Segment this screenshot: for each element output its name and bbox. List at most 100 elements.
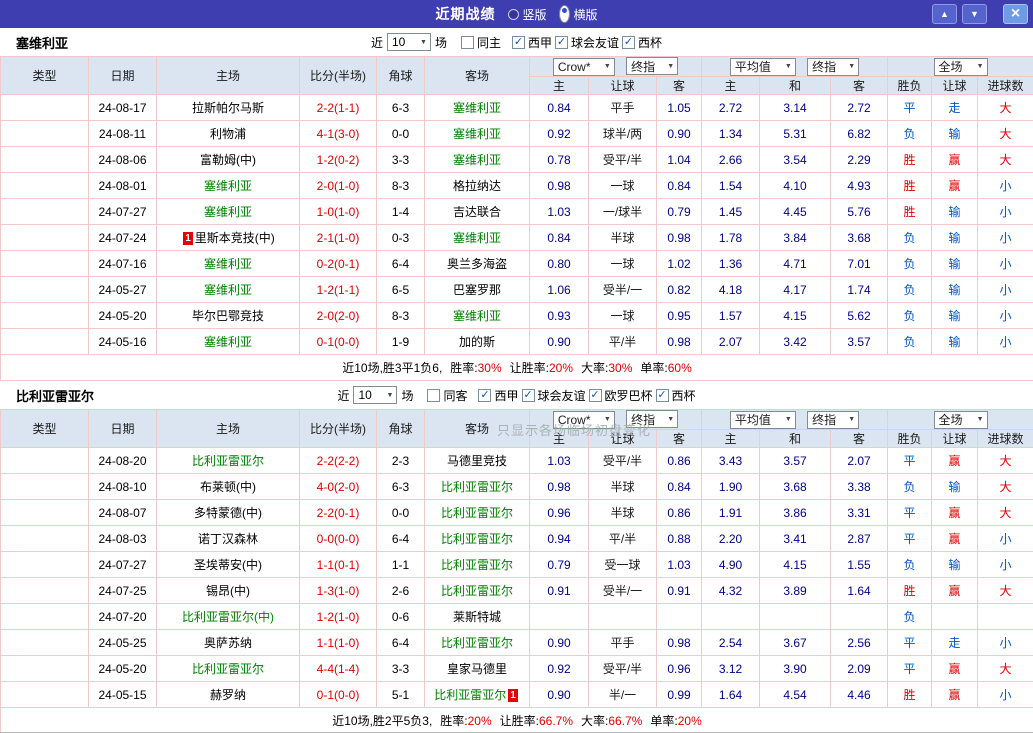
sections-container: 塞维利亚 近 10 ▼ 场 同主 ✓ 西甲 ✓ 球会友谊 ✓ 西杯 类型 日期 … [0, 28, 1033, 732]
cell-handicap-line: 受半/一 [588, 276, 657, 303]
checkbox-icon: ✓ [622, 35, 636, 49]
checkbox-icon: ✓ [512, 35, 525, 49]
team-name-text: 布莱顿(中) [200, 480, 256, 494]
cell-home-team: 诺丁汉森林 [156, 525, 300, 552]
same-venue-checkbox[interactable]: 同客 [427, 387, 467, 404]
cell-odds-home: 0.84 [529, 94, 589, 121]
average-select[interactable]: 平均值 ▼ [729, 410, 796, 429]
average-kind-select[interactable]: 终指 ▼ [807, 410, 860, 429]
average-kind-value: 终指 [812, 413, 837, 427]
scroll-down-button[interactable]: ▼ [962, 4, 987, 24]
cell-competition: 西甲 [0, 276, 89, 303]
cell-handicap-line: 一/球半 [588, 198, 657, 225]
app-window: 近期战绩 竖版 横版 ▲ ▼ × 塞维利亚 近 10 ▼ 场 同主 ✓ 西甲 ✓… [0, 0, 1033, 733]
cell-date: 24-08-20 [88, 447, 157, 474]
competition-checkbox[interactable]: ✓ 球会友谊 [521, 387, 586, 404]
close-button[interactable]: × [1003, 4, 1028, 24]
cell-handicap-line: 受一球 [588, 551, 657, 578]
team-name-text: 塞维利亚 [203, 257, 252, 271]
cell-odds-away: 0.79 [656, 198, 702, 225]
cell-date: 24-07-25 [88, 577, 157, 604]
cell-odds-home: 0.98 [529, 473, 589, 500]
competition-checkbox[interactable]: ✓ 西杯 [622, 34, 662, 51]
table-row: 西甲 24-08-20 比利亚雷亚尔 2-2(2-2) 2-3 马德里竞技 1.03 受平/半… [0, 447, 1033, 474]
chevron-down-icon: ▼ [386, 391, 394, 399]
cell-odds-away: 1.04 [656, 146, 702, 173]
match-count-select[interactable]: 10 ▼ [353, 386, 398, 404]
column-header: 比分(半场) [299, 409, 377, 448]
cell-goals-result: 小 [977, 525, 1033, 552]
radio-vertical-layout[interactable]: 竖版 [507, 6, 547, 23]
odds-kind-select[interactable]: 终指 ▼ [626, 57, 679, 76]
cell-goals-result: 大 [977, 146, 1033, 173]
cell-avg-away: 2.09 [829, 655, 889, 682]
filter-bar: 近 10 ▼ 场 同客 ✓ 西甲 ✓ 球会友谊 ✓ 欧罗巴杯 ✓ 西杯 [337, 386, 696, 404]
odds-company-select[interactable]: Crow* ▼ [552, 410, 615, 429]
cell-avg-away: 4.46 [829, 681, 889, 708]
summary-row: 近10场,胜3平1负6, 胜率:30% 让胜率:20% 大率:30% 单率:60% [0, 354, 1033, 381]
cell-result: 平 [887, 94, 933, 121]
odds-company-value: Crow* [557, 412, 591, 427]
cell-avg-away: 5.62 [829, 302, 889, 329]
cell-avg-home: 1.78 [701, 224, 760, 251]
cell-date: 24-08-07 [88, 499, 157, 526]
column-header: 让球 [931, 429, 979, 448]
team-name-text: 比利亚雷亚尔 [440, 584, 513, 598]
summary-stat-value: 30% [477, 361, 502, 375]
radio-horizontal-layout[interactable]: 横版 [558, 5, 598, 23]
cell-avg-away [829, 603, 889, 630]
summary-stat-label: 胜率: [440, 714, 468, 728]
cell-goals-result: 大 [977, 577, 1033, 604]
competition-checkbox[interactable]: ✓ 球会友谊 [555, 34, 619, 51]
cell-handicap-result: 赢 [931, 172, 979, 199]
odds-kind-value: 终指 [631, 59, 656, 74]
cell-avg-away: 6.82 [829, 120, 889, 147]
cell-avg-away: 1.74 [829, 276, 889, 303]
odds-company-select[interactable]: Crow* ▼ [552, 57, 615, 76]
competition-checkbox[interactable]: ✓ 西甲 [512, 34, 552, 51]
cell-odds-home: 0.94 [529, 525, 589, 552]
competition-checkbox[interactable]: ✓ 欧罗巴杯 [588, 387, 653, 404]
team-name-text: 富勒姆(中) [200, 153, 256, 167]
radio-icon [558, 5, 570, 23]
cell-odds-home: 0.78 [529, 146, 589, 173]
cell-away-team: 比利亚雷亚尔 [424, 499, 530, 526]
average-select[interactable]: 平均值 ▼ [729, 57, 796, 76]
cell-handicap-line: 半球 [588, 224, 657, 251]
odds-dropdown-cell: Crow* ▼ 终指 ▼ [529, 409, 702, 430]
cell-avg-home: 1.64 [701, 681, 760, 708]
cell-handicap-result: 赢 [931, 525, 979, 552]
cell-handicap-line: 一球 [588, 172, 657, 199]
scope-select[interactable]: 全场 ▼ [933, 410, 988, 429]
competition-checkboxes: ✓ 西甲 ✓ 球会友谊 ✓ 西杯 [509, 34, 662, 51]
cell-result: 负 [887, 603, 933, 630]
cell-score: 2-1(1-0) [299, 224, 377, 251]
cell-odds-home: 0.90 [529, 629, 589, 656]
cell-date: 24-05-15 [88, 681, 157, 708]
cell-result: 胜 [887, 198, 933, 225]
cell-handicap-result: 输 [931, 120, 979, 147]
chevron-down-icon: ▼ [848, 63, 856, 70]
competition-checkbox[interactable]: ✓ 西杯 [655, 387, 696, 404]
scroll-up-button[interactable]: ▲ [932, 4, 957, 24]
average-kind-select[interactable]: 终指 ▼ [807, 57, 860, 76]
cell-home-team: 1 里斯本竞技(中) [156, 224, 300, 251]
odds-kind-select[interactable]: 终指 ▼ [626, 410, 679, 429]
cell-competition: 球会友谊 [0, 172, 89, 199]
match-count-select[interactable]: 10 ▼ [386, 33, 431, 51]
cell-avg-home: 1.91 [701, 499, 760, 526]
table-row: 球会友谊 24-07-27 塞维利亚 1-0(1-0) 1-4 吉达联合 1.03 一/球半 0… [0, 198, 1033, 225]
cell-handicap-result: 输 [931, 473, 979, 500]
cell-home-team: 塞维利亚 [156, 250, 300, 277]
scope-select[interactable]: 全场 ▼ [933, 57, 988, 76]
column-header: 让球 [931, 76, 979, 95]
competition-checkbox[interactable]: ✓ 西甲 [478, 387, 519, 404]
odds-dropdown-cell: Crow* ▼ 终指 ▼ [529, 56, 702, 77]
summary-stat-label: 大率: [581, 714, 609, 728]
column-header: 日期 [88, 56, 157, 95]
cell-competition: 球会友谊 [0, 603, 89, 630]
column-header: 主场 [156, 409, 300, 448]
cell-competition: 西甲 [0, 447, 89, 474]
same-venue-checkbox[interactable]: 同主 [460, 34, 501, 51]
summary-stat-label: 大率: [581, 361, 609, 375]
